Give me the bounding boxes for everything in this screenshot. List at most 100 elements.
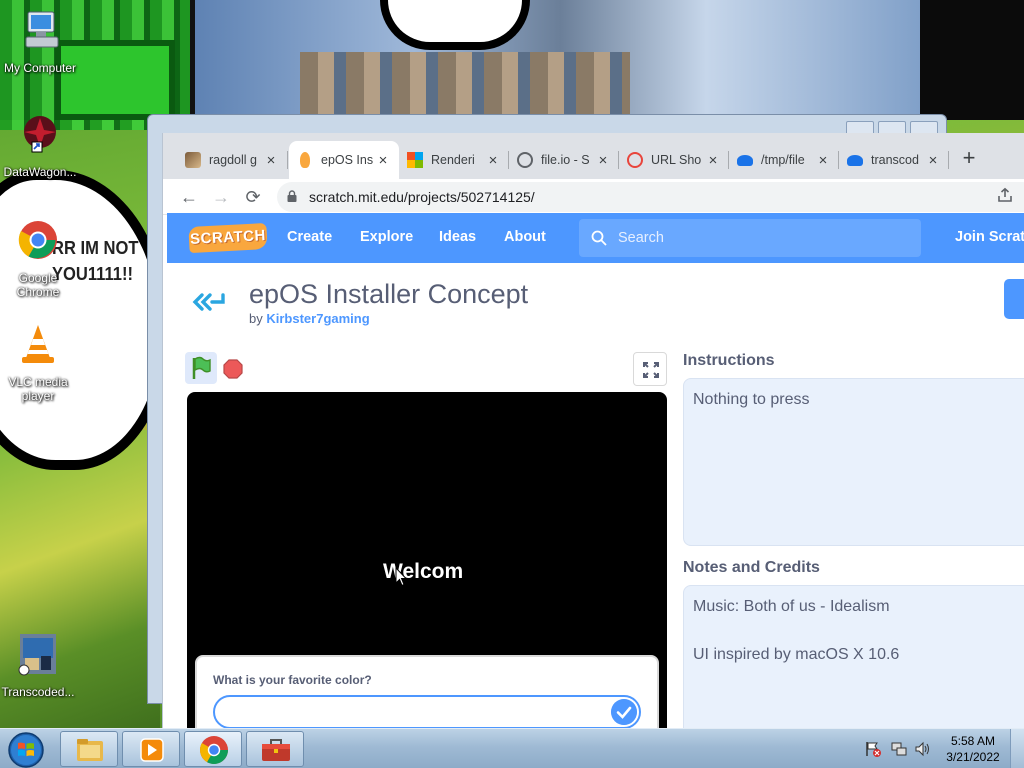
folder-icon: [77, 739, 103, 761]
windows-favicon-icon: [407, 152, 423, 168]
close-icon[interactable]: ×: [263, 152, 279, 169]
ask-prompt: What is your favorite color?: [195, 655, 659, 728]
wallpaper-photo-detail: [300, 52, 630, 120]
toolbox-icon: [262, 739, 290, 761]
instructions-heading: Instructions: [683, 352, 775, 369]
new-tab-button[interactable]: +: [957, 145, 981, 171]
show-desktop-button[interactable]: [1010, 729, 1024, 768]
computer-icon: [25, 11, 59, 48]
media-player-icon: [140, 738, 164, 762]
wallpaper-ghost-drawing: [0, 170, 170, 470]
taskbar: 5:58 AM 3/21/2022: [0, 728, 1024, 768]
taskbar-toolbox[interactable]: [246, 731, 304, 767]
close-icon[interactable]: ×: [815, 152, 831, 169]
notes-line-music: Music: Both of us - Idealism: [693, 598, 890, 615]
tab-transcode[interactable]: transcod ×: [839, 141, 949, 179]
tab-label: ragdoll g: [209, 153, 257, 167]
byline-prefix: by: [249, 311, 263, 326]
fullscreen-button[interactable]: [633, 352, 667, 386]
search-input[interactable]: Search: [579, 219, 921, 257]
browser-toolbar: ← → ⟳ scratch.mit.edu/projects/502714125…: [163, 179, 1024, 215]
desktop-icon-vlc[interactable]: VLC media player: [0, 322, 78, 403]
desktop-icon-google-chrome[interactable]: Google Chrome: [0, 218, 78, 299]
desktop-icon-label: VLC media player: [8, 375, 68, 403]
tab-separator: [287, 151, 288, 169]
clock-time: 5:58 AM: [950, 734, 996, 748]
tab-label: /tmp/file: [761, 153, 805, 167]
project-author-link[interactable]: Kirbster7gaming: [266, 311, 369, 326]
desktop-icon-label: Google Chrome: [16, 271, 60, 299]
mouse-cursor-icon: [395, 567, 407, 587]
back-arrow-icon[interactable]: ←: [175, 183, 203, 211]
scratch-cat-favicon-icon: [300, 152, 310, 168]
close-icon[interactable]: ×: [485, 152, 501, 169]
scratch-logo[interactable]: SCRATCH: [188, 222, 268, 254]
nav-create[interactable]: Create: [287, 229, 332, 245]
chrome-icon: [18, 221, 57, 259]
nav-explore[interactable]: Explore: [360, 229, 413, 245]
desktop-icon-datawagon[interactable]: DataWagon...: [0, 112, 80, 179]
close-icon[interactable]: ×: [375, 152, 391, 169]
tab-label: epOS Ins: [321, 153, 374, 167]
desktop-icon-transcoded[interactable]: Transcoded...: [0, 632, 78, 699]
green-flag-button[interactable]: [185, 352, 217, 384]
desktop-icon-my-computer[interactable]: My Computer: [0, 8, 80, 75]
action-center-flag-icon[interactable]: [864, 740, 882, 758]
link-favicon-icon: [627, 152, 643, 168]
fullscreen-icon: [643, 362, 659, 378]
tab-strip: ragdoll g × epOS Ins × Renderi × file.io…: [163, 133, 1024, 179]
close-icon[interactable]: ×: [595, 152, 611, 169]
project-byline: by Kirbster7gaming: [249, 311, 370, 326]
taskbar-media-player[interactable]: [122, 731, 180, 767]
video-file-icon: [18, 634, 56, 676]
taskbar-explorer[interactable]: [60, 731, 118, 767]
tab-label: transcod: [871, 153, 919, 167]
reload-icon[interactable]: ⟳: [239, 183, 267, 211]
ask-answer-input[interactable]: [213, 695, 641, 728]
lock-icon: [287, 190, 297, 202]
tab-label: file.io - S: [541, 153, 590, 167]
nav-about[interactable]: About: [504, 229, 546, 245]
notes-box: Music: Both of us - Idealism UI inspired…: [683, 585, 1024, 728]
volume-icon[interactable]: [914, 740, 932, 758]
tab-rendering[interactable]: Renderi ×: [399, 141, 509, 179]
see-inside-button[interactable]: [1004, 279, 1024, 319]
system-tray: [864, 737, 944, 761]
join-scratch-link[interactable]: Join Scratch: [955, 229, 1024, 245]
green-flag-icon: [192, 356, 211, 379]
ask-question: What is your favorite color?: [213, 673, 372, 687]
start-button[interactable]: [6, 731, 46, 768]
tab-ragdoll[interactable]: ragdoll g ×: [177, 141, 287, 179]
project-stage[interactable]: Welcom What is your favorite color?: [187, 392, 667, 728]
project-title: epOS Installer Concept: [249, 279, 529, 309]
tab-tmp-file[interactable]: /tmp/file ×: [729, 141, 839, 179]
tab-url-shortener[interactable]: URL Sho ×: [619, 141, 729, 179]
instructions-box: Nothing to press: [683, 378, 1024, 546]
close-icon[interactable]: ×: [705, 152, 721, 169]
tab-separator: [948, 151, 949, 169]
search-placeholder: Search: [618, 230, 664, 246]
taskbar-clock[interactable]: 5:58 AM 3/21/2022: [944, 733, 1002, 765]
browser-window: ragdoll g × epOS Ins × Renderi × file.io…: [162, 133, 1024, 728]
vlc-cone-icon: [22, 325, 54, 363]
taskbar-chrome[interactable]: [184, 731, 242, 767]
scratch-navbar: SCRATCH Create Explore Ideas About Searc…: [167, 213, 1024, 263]
datawagon-icon: [24, 116, 56, 153]
search-icon: [591, 230, 607, 246]
desktop-icon-label: My Computer: [3, 61, 77, 75]
address-bar[interactable]: scratch.mit.edu/projects/502714125/: [277, 182, 1024, 212]
chrome-icon: [200, 736, 228, 764]
close-icon[interactable]: ×: [925, 152, 941, 169]
tab-label: URL Sho: [651, 153, 702, 167]
checkmark-icon[interactable]: [611, 699, 637, 725]
nav-ideas[interactable]: Ideas: [439, 229, 476, 245]
stop-button[interactable]: [223, 359, 243, 379]
instructions-text: Nothing to press: [693, 391, 810, 408]
cloud-upload-icon: [737, 154, 753, 166]
tab-file-io[interactable]: file.io - S ×: [509, 141, 619, 179]
share-icon[interactable]: [997, 187, 1013, 203]
network-icon[interactable]: [890, 740, 908, 758]
forward-arrow-icon[interactable]: →: [207, 183, 235, 211]
notes-line-ui: UI inspired by macOS X 10.6: [693, 646, 900, 663]
tab-epos-installer[interactable]: epOS Ins ×: [289, 141, 399, 179]
